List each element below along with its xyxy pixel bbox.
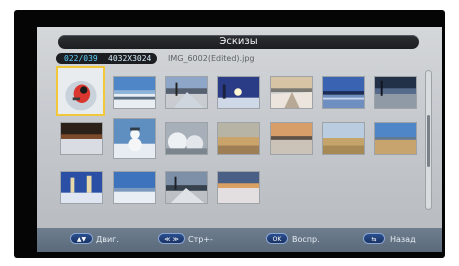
- scrollbar[interactable]: [425, 70, 432, 210]
- thumbnail-item[interactable]: [374, 76, 417, 109]
- image-preview: [166, 123, 207, 154]
- move-key-icon: ▲▼: [70, 233, 93, 244]
- thumbnail-item[interactable]: [165, 76, 208, 109]
- page-key-icon: ≪ ≫: [158, 233, 185, 244]
- image-preview: [58, 68, 103, 114]
- ok-hint: Воспр.: [292, 235, 320, 244]
- move-hint: Двиг.: [96, 235, 119, 244]
- thumbnail-item[interactable]: [113, 171, 156, 204]
- scrollbar-thumb[interactable]: [427, 115, 430, 167]
- thumbnail-item[interactable]: [60, 171, 103, 204]
- image-preview: [218, 172, 259, 203]
- file-name: IMG_6002(Edited).jpg: [168, 54, 255, 63]
- page-hint: Стр+-: [188, 235, 213, 244]
- image-preview: [218, 77, 259, 108]
- image-preview: [166, 172, 207, 203]
- image-preview: [271, 77, 312, 108]
- image-resolution: 4032X3024: [108, 54, 152, 63]
- thumbnail-item[interactable]: [165, 171, 208, 204]
- thumbnail-item[interactable]: [322, 76, 365, 109]
- image-index: 022/039: [64, 54, 98, 63]
- thumbnail-item[interactable]: [270, 122, 313, 155]
- image-preview: [114, 119, 155, 158]
- thumbnail-item[interactable]: [165, 122, 208, 155]
- image-preview: [323, 77, 364, 108]
- thumbnail-item[interactable]: [113, 76, 156, 109]
- image-preview: [114, 77, 155, 108]
- image-preview: [271, 123, 312, 154]
- thumbnail-item[interactable]: [56, 66, 105, 116]
- image-preview: [61, 172, 102, 203]
- image-preview: [61, 123, 102, 154]
- image-preview: [375, 123, 416, 154]
- thumbnail-item[interactable]: [217, 171, 260, 204]
- back-key-icon: ⇆: [363, 233, 385, 244]
- thumbnail-grid: [51, 66, 423, 212]
- file-info-badge: 022/039 4032X3024: [56, 53, 157, 64]
- thumbnail-item[interactable]: [270, 76, 313, 109]
- image-preview: [375, 77, 416, 108]
- image-preview: [218, 123, 259, 154]
- page-title: Эскизы: [58, 35, 419, 49]
- thumbnail-item[interactable]: [374, 122, 417, 155]
- thumbnail-item[interactable]: [60, 122, 103, 155]
- thumbnail-item[interactable]: [113, 118, 156, 159]
- image-preview: [166, 77, 207, 108]
- thumbnail-item[interactable]: [322, 122, 365, 155]
- image-preview: [323, 123, 364, 154]
- image-preview: [114, 172, 155, 203]
- thumbnail-item[interactable]: [217, 122, 260, 155]
- thumbnail-item[interactable]: [217, 76, 260, 109]
- ok-key-icon: OK: [266, 233, 288, 244]
- back-hint: Назад: [390, 235, 416, 244]
